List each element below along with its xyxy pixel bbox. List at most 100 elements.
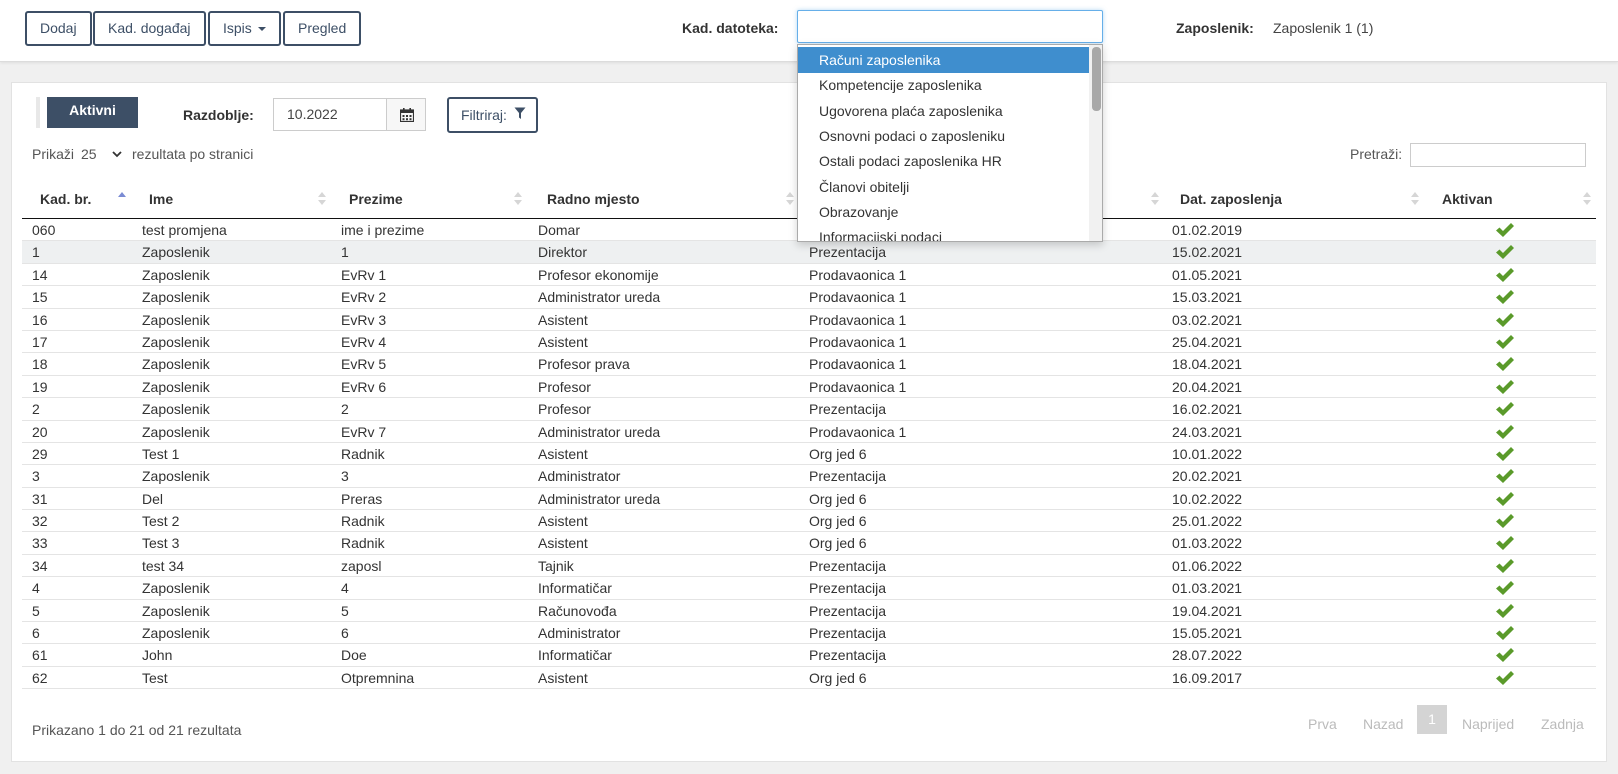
col-radno-mjesto[interactable]: Radno mjesto: [547, 179, 640, 219]
cell-dat-zaposlenja: 28.07.2022: [1172, 647, 1243, 664]
cell-dat-zaposlenja: 16.02.2021: [1172, 401, 1243, 418]
cell-dat-zaposlenja: 15.03.2021: [1172, 289, 1243, 306]
sort-icon[interactable]: [1582, 192, 1592, 206]
pagination-last[interactable]: Zadnja: [1541, 710, 1584, 738]
table-row[interactable]: 1 Zaposlenik 1 Direktor Prezentacija 15.02.20…: [22, 241, 1596, 264]
cell-ime: John: [142, 647, 173, 664]
kad-datoteka-select[interactable]: [797, 10, 1103, 43]
table-row[interactable]: 6 Zaposlenik 6 Administrator Prezentacija 15.…: [22, 622, 1596, 645]
cell-dat-zaposlenja: 25.01.2022: [1172, 513, 1243, 530]
print-dropdown-button[interactable]: Ispis: [208, 11, 281, 46]
search-input[interactable]: [1410, 143, 1586, 167]
period-label: Razdoblje:: [183, 107, 254, 123]
pagination-current[interactable]: 1: [1417, 705, 1447, 734]
add-button[interactable]: Dodaj: [25, 11, 92, 46]
cell-org-jedinica: Prezentacija: [809, 580, 887, 597]
table-row[interactable]: 62 Test Otpremnina Asistent Org jed 6 16.09.2…: [22, 667, 1596, 690]
table-row[interactable]: 3 Zaposlenik 3 Administrator Prezentacija 20.…: [22, 465, 1596, 488]
check-icon: [1496, 357, 1514, 372]
tab-aktivni[interactable]: Aktivni: [47, 97, 138, 128]
table-body: 060 test promjena ime i prezime Domar 01.02.…: [22, 219, 1596, 690]
sort-icon[interactable]: [513, 192, 523, 206]
table-row[interactable]: 31 Del Preras Administrator ureda Org jed 6 1…: [22, 488, 1596, 511]
table-row[interactable]: 34 test 34 zaposl Tajnik Prezentacija 01.06.2…: [22, 555, 1596, 578]
col-kad-br[interactable]: Kad. br.: [40, 179, 91, 219]
sort-icon[interactable]: [117, 192, 127, 206]
dropdown-option[interactable]: Ugovorena plaća zaposlenika: [798, 98, 1089, 124]
table-row[interactable]: 19 Zaposlenik EvRv 6 Profesor Prodavaonica 1…: [22, 376, 1596, 399]
table-row[interactable]: 18 Zaposlenik EvRv 5 Profesor prava Prodavao…: [22, 353, 1596, 376]
cell-kad-br: 62: [32, 669, 48, 686]
sort-icon[interactable]: [1150, 192, 1160, 206]
col-aktivan[interactable]: Aktivan: [1442, 179, 1493, 219]
cell-ime: Zaposlenik: [142, 289, 210, 306]
sort-icon[interactable]: [785, 192, 795, 206]
cell-ime: Zaposlenik: [142, 580, 210, 597]
cell-kad-br: 5: [32, 602, 40, 619]
cell-org-jedinica: Prodavaonica 1: [809, 266, 907, 283]
cell-org-jedinica: Prezentacija: [809, 244, 887, 261]
dropdown-option[interactable]: Obrazovanje: [798, 199, 1089, 225]
cell-ime: Zaposlenik: [142, 625, 210, 642]
cell-radno-mjesto: Administrator ureda: [538, 490, 661, 507]
cell-radno-mjesto: Asistent: [538, 445, 588, 462]
table-row[interactable]: 32 Test 2 Radnik Asistent Org jed 6 25.01.202…: [22, 510, 1596, 533]
col-prezime[interactable]: Prezime: [349, 179, 403, 219]
dropdown-option[interactable]: Članovi obitelji: [798, 174, 1089, 200]
chevron-down-icon[interactable]: [112, 151, 122, 158]
view-button[interactable]: Pregled: [283, 11, 362, 46]
cell-kad-br: 32: [32, 513, 48, 530]
cell-kad-br: 18: [32, 356, 48, 373]
event-button[interactable]: Kad. događaj: [93, 11, 206, 46]
period-input[interactable]: 10.2022: [273, 98, 387, 131]
cell-dat-zaposlenja: 25.04.2021: [1172, 333, 1243, 350]
check-icon: [1496, 626, 1514, 641]
col-ime[interactable]: Ime: [149, 179, 173, 219]
table-row[interactable]: 61 John Doe Informatičar Prezentacija 28.07.2…: [22, 644, 1596, 667]
cell-org-jedinica: Prodavaonica 1: [809, 423, 907, 440]
pagination-first[interactable]: Prva: [1308, 710, 1337, 738]
cell-prezime: EvRv 2: [341, 289, 387, 306]
pagination-next[interactable]: Naprijed: [1462, 710, 1514, 738]
table-row[interactable]: 33 Test 3 Radnik Asistent Org jed 6 01.03.202…: [22, 532, 1596, 555]
table-row[interactable]: 16 Zaposlenik EvRv 3 Asistent Prodavaonica 1…: [22, 309, 1596, 331]
table-row[interactable]: 4 Zaposlenik 4 Informatičar Prezentacija 01.0…: [22, 577, 1596, 600]
dropdown-option[interactable]: Informacijski podaci: [798, 224, 1089, 241]
length-select[interactable]: 25: [81, 146, 97, 162]
dropdown-option[interactable]: Ostali podaci zaposlenika HR: [798, 148, 1089, 174]
filter-button-label: Filtriraj:: [461, 107, 507, 123]
cell-dat-zaposlenja: 10.02.2022: [1172, 490, 1243, 507]
filter-button[interactable]: Filtriraj:: [447, 97, 538, 133]
cell-prezime: 5: [341, 602, 349, 619]
check-icon: [1496, 469, 1514, 484]
cell-prezime: EvRv 5: [341, 356, 387, 373]
table-row[interactable]: 14 Zaposlenik EvRv 1 Profesor ekonomije Prod…: [22, 264, 1596, 287]
calendar-button[interactable]: [386, 98, 426, 131]
cell-prezime: Preras: [341, 490, 383, 507]
cell-org-jedinica: Prezentacija: [809, 468, 887, 485]
table-row[interactable]: 20 Zaposlenik EvRv 7 Administrator ureda Pro…: [22, 421, 1596, 443]
cell-org-jedinica: Prezentacija: [809, 625, 887, 642]
check-icon: [1496, 648, 1514, 663]
col-dat-zaposlenja[interactable]: Dat. zaposlenja: [1180, 179, 1282, 219]
sort-icon[interactable]: [317, 192, 327, 206]
cell-prezime: ime i prezime: [341, 222, 425, 238]
caret-down-icon: [257, 27, 266, 32]
dropdown-option[interactable]: Računi zaposlenika: [798, 47, 1089, 73]
check-icon: [1496, 670, 1514, 685]
cell-ime: Zaposlenik: [142, 266, 210, 283]
table-row[interactable]: 2 Zaposlenik 2 Profesor Prezentacija 16.02.20…: [22, 398, 1596, 421]
sort-icon[interactable]: [1410, 192, 1420, 206]
cell-prezime: EvRv 1: [341, 266, 387, 283]
table-row[interactable]: 5 Zaposlenik 5 Računovođa Prezentacija 19.04.…: [22, 600, 1596, 623]
cell-ime: Test 3: [142, 535, 180, 552]
dropdown-option[interactable]: Kompetencije zaposlenika: [798, 72, 1089, 98]
table-row[interactable]: 17 Zaposlenik EvRv 4 Asistent Prodavaonica 1…: [22, 331, 1596, 354]
cell-prezime: EvRv 6: [341, 378, 387, 395]
dropdown-scrollbar-thumb[interactable]: [1092, 47, 1101, 111]
check-icon: [1496, 581, 1514, 596]
table-row[interactable]: 15 Zaposlenik EvRv 2 Administrator ureda Pro…: [22, 286, 1596, 309]
pagination-prev[interactable]: Nazad: [1363, 710, 1403, 738]
table-row[interactable]: 29 Test 1 Radnik Asistent Org jed 6 10.01.202…: [22, 443, 1596, 466]
dropdown-option[interactable]: Osnovni podaci o zaposleniku: [798, 123, 1089, 149]
